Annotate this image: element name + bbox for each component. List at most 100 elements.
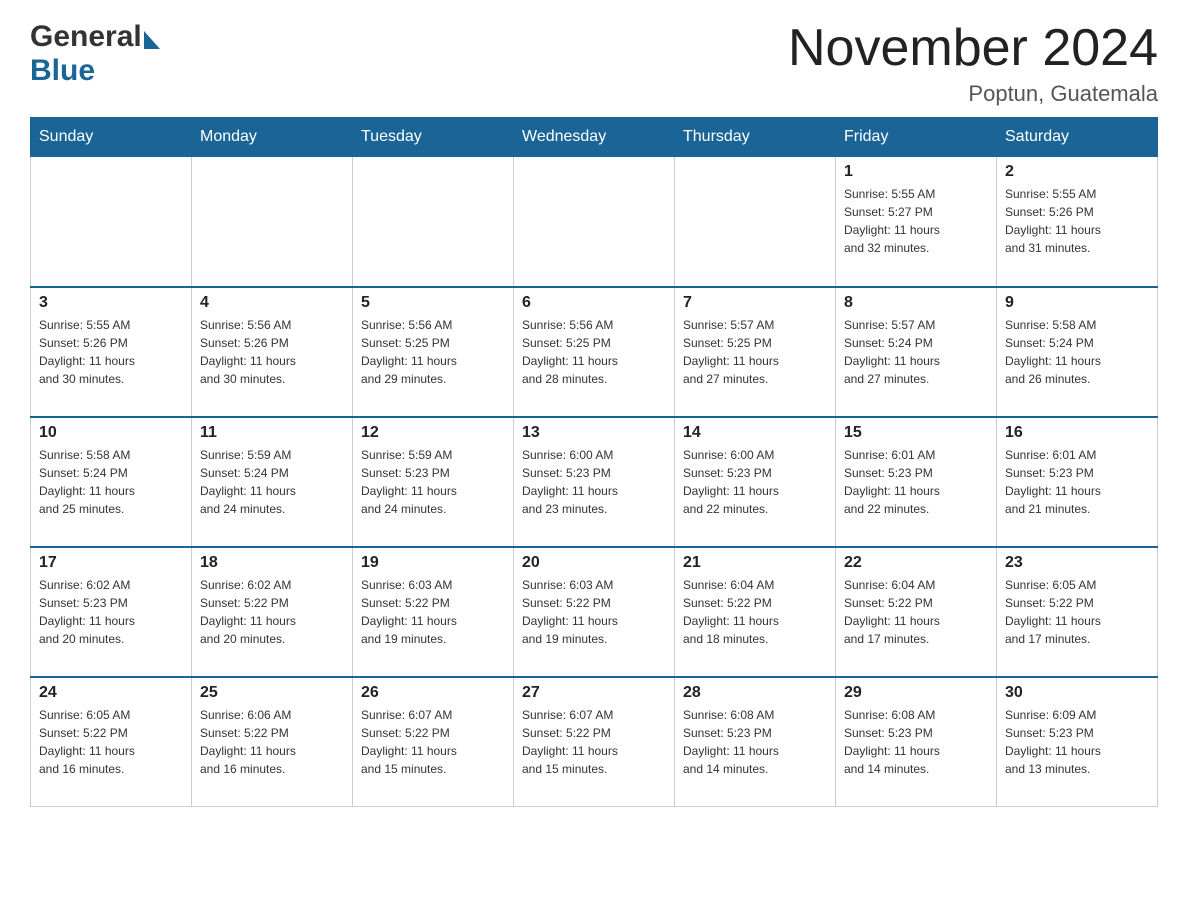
calendar-cell-w3-d3: 20 Sunrise: 6:03 AMSunset: 5:22 PMDayligh… xyxy=(514,547,675,677)
day-number: 29 xyxy=(844,684,988,702)
calendar-cell-w1-d6: 9Sunrise: 5:58 AMSunset: 5:24 PMDaylight… xyxy=(997,287,1158,417)
day-number: 25 xyxy=(200,684,344,702)
day-number: 23 xyxy=(1005,554,1149,572)
calendar-cell-w1-d3: 6 Sunrise: 5:56 AMSunset: 5:25 PMDaylight… xyxy=(514,287,675,417)
day-info: Sunrise: 5:59 AMSunset: 5:23 PMDaylight:… xyxy=(361,446,505,518)
calendar-cell-w4-d1: 25 Sunrise: 6:06 AMSunset: 5:22 PMDayligh… xyxy=(192,677,353,807)
header-wednesday: Wednesday xyxy=(514,118,675,157)
calendar-cell-w4-d3: 27 Sunrise: 6:07 AMSunset: 5:22 PMDayligh… xyxy=(514,677,675,807)
calendar-cell-w0-d0 xyxy=(31,157,192,287)
calendar-cell-w2-d5: 15Sunrise: 6:01 AMSunset: 5:23 PMDayligh… xyxy=(836,417,997,547)
day-number: 18 xyxy=(200,554,344,572)
week-row-4: 24 Sunrise: 6:05 AMSunset: 5:22 PMDayligh… xyxy=(31,677,1158,807)
logo-general-text: General xyxy=(30,20,142,54)
calendar-cell-w4-d5: 29 Sunrise: 6:08 AMSunset: 5:23 PMDayligh… xyxy=(836,677,997,807)
day-info: Sunrise: 6:01 AMSunset: 5:23 PMDaylight:… xyxy=(844,446,988,518)
month-title: November 2024 xyxy=(788,20,1158,77)
day-number: 5 xyxy=(361,294,505,312)
week-row-3: 17 Sunrise: 6:02 AMSunset: 5:23 PMDayligh… xyxy=(31,547,1158,677)
calendar-cell-w1-d0: 3 Sunrise: 5:55 AMSunset: 5:26 PMDaylight… xyxy=(31,287,192,417)
calendar-cell-w3-d5: 22 Sunrise: 6:04 AMSunset: 5:22 PMDayligh… xyxy=(836,547,997,677)
calendar-cell-w3-d1: 18 Sunrise: 6:02 AMSunset: 5:22 PMDayligh… xyxy=(192,547,353,677)
day-number: 20 xyxy=(522,554,666,572)
header-tuesday: Tuesday xyxy=(353,118,514,157)
week-row-0: 1 Sunrise: 5:55 AMSunset: 5:27 PMDaylight… xyxy=(31,157,1158,287)
day-info: Sunrise: 6:06 AMSunset: 5:22 PMDaylight:… xyxy=(200,706,344,778)
calendar-cell-w4-d4: 28Sunrise: 6:08 AMSunset: 5:23 PMDayligh… xyxy=(675,677,836,807)
calendar-cell-w0-d5: 1 Sunrise: 5:55 AMSunset: 5:27 PMDaylight… xyxy=(836,157,997,287)
day-info: Sunrise: 6:04 AMSunset: 5:22 PMDaylight:… xyxy=(844,576,988,648)
day-number: 27 xyxy=(522,684,666,702)
day-number: 6 xyxy=(522,294,666,312)
day-info: Sunrise: 6:07 AMSunset: 5:22 PMDaylight:… xyxy=(522,706,666,778)
logo: General Blue xyxy=(30,20,160,88)
day-info: Sunrise: 5:56 AMSunset: 5:25 PMDaylight:… xyxy=(522,316,666,388)
day-info: Sunrise: 6:00 AMSunset: 5:23 PMDaylight:… xyxy=(683,446,827,518)
header-thursday: Thursday xyxy=(675,118,836,157)
calendar-cell-w1-d5: 8Sunrise: 5:57 AMSunset: 5:24 PMDaylight… xyxy=(836,287,997,417)
week-row-2: 10 Sunrise: 5:58 AMSunset: 5:24 PMDayligh… xyxy=(31,417,1158,547)
day-number: 1 xyxy=(844,163,988,181)
day-number: 17 xyxy=(39,554,183,572)
header-friday: Friday xyxy=(836,118,997,157)
header-monday: Monday xyxy=(192,118,353,157)
day-number: 11 xyxy=(200,424,344,442)
day-number: 30 xyxy=(1005,684,1149,702)
day-info: Sunrise: 6:08 AMSunset: 5:23 PMDaylight:… xyxy=(844,706,988,778)
day-info: Sunrise: 5:55 AMSunset: 5:27 PMDaylight:… xyxy=(844,185,988,257)
day-info: Sunrise: 6:03 AMSunset: 5:22 PMDaylight:… xyxy=(522,576,666,648)
calendar-cell-w3-d4: 21Sunrise: 6:04 AMSunset: 5:22 PMDayligh… xyxy=(675,547,836,677)
calendar-cell-w4-d0: 24 Sunrise: 6:05 AMSunset: 5:22 PMDayligh… xyxy=(31,677,192,807)
day-number: 19 xyxy=(361,554,505,572)
day-info: Sunrise: 5:57 AMSunset: 5:25 PMDaylight:… xyxy=(683,316,827,388)
day-info: Sunrise: 5:57 AMSunset: 5:24 PMDaylight:… xyxy=(844,316,988,388)
calendar-cell-w0-d1 xyxy=(192,157,353,287)
location-text: Poptun, Guatemala xyxy=(788,81,1158,107)
calendar-cell-w3-d2: 19 Sunrise: 6:03 AMSunset: 5:22 PMDayligh… xyxy=(353,547,514,677)
calendar-cell-w0-d6: 2 Sunrise: 5:55 AMSunset: 5:26 PMDaylight… xyxy=(997,157,1158,287)
day-number: 3 xyxy=(39,294,183,312)
day-number: 14 xyxy=(683,424,827,442)
calendar-cell-w2-d0: 10 Sunrise: 5:58 AMSunset: 5:24 PMDayligh… xyxy=(31,417,192,547)
day-number: 10 xyxy=(39,424,183,442)
day-number: 2 xyxy=(1005,163,1149,181)
page-header: General Blue November 2024 Poptun, Guate… xyxy=(30,20,1158,107)
day-number: 7 xyxy=(683,294,827,312)
calendar-cell-w3-d6: 23Sunrise: 6:05 AMSunset: 5:22 PMDayligh… xyxy=(997,547,1158,677)
day-info: Sunrise: 6:09 AMSunset: 5:23 PMDaylight:… xyxy=(1005,706,1149,778)
day-number: 21 xyxy=(683,554,827,572)
day-info: Sunrise: 6:05 AMSunset: 5:22 PMDaylight:… xyxy=(39,706,183,778)
day-info: Sunrise: 5:55 AMSunset: 5:26 PMDaylight:… xyxy=(1005,185,1149,257)
header-saturday: Saturday xyxy=(997,118,1158,157)
day-info: Sunrise: 5:56 AMSunset: 5:25 PMDaylight:… xyxy=(361,316,505,388)
week-row-1: 3 Sunrise: 5:55 AMSunset: 5:26 PMDaylight… xyxy=(31,287,1158,417)
day-number: 22 xyxy=(844,554,988,572)
calendar-cell-w3-d0: 17 Sunrise: 6:02 AMSunset: 5:23 PMDayligh… xyxy=(31,547,192,677)
calendar-cell-w4-d2: 26Sunrise: 6:07 AMSunset: 5:22 PMDayligh… xyxy=(353,677,514,807)
day-number: 24 xyxy=(39,684,183,702)
header-sunday: Sunday xyxy=(31,118,192,157)
day-number: 12 xyxy=(361,424,505,442)
day-info: Sunrise: 5:58 AMSunset: 5:24 PMDaylight:… xyxy=(1005,316,1149,388)
day-number: 4 xyxy=(200,294,344,312)
day-info: Sunrise: 6:02 AMSunset: 5:23 PMDaylight:… xyxy=(39,576,183,648)
day-info: Sunrise: 6:03 AMSunset: 5:22 PMDaylight:… xyxy=(361,576,505,648)
calendar-cell-w2-d1: 11Sunrise: 5:59 AMSunset: 5:24 PMDayligh… xyxy=(192,417,353,547)
day-info: Sunrise: 5:56 AMSunset: 5:26 PMDaylight:… xyxy=(200,316,344,388)
calendar-cell-w1-d2: 5 Sunrise: 5:56 AMSunset: 5:25 PMDaylight… xyxy=(353,287,514,417)
day-number: 16 xyxy=(1005,424,1149,442)
calendar-table: Sunday Monday Tuesday Wednesday Thursday… xyxy=(30,117,1158,807)
day-info: Sunrise: 6:00 AMSunset: 5:23 PMDaylight:… xyxy=(522,446,666,518)
calendar-cell-w0-d3 xyxy=(514,157,675,287)
calendar-cell-w2-d2: 12 Sunrise: 5:59 AMSunset: 5:23 PMDayligh… xyxy=(353,417,514,547)
day-info: Sunrise: 6:08 AMSunset: 5:23 PMDaylight:… xyxy=(683,706,827,778)
calendar-cell-w4-d6: 30 Sunrise: 6:09 AMSunset: 5:23 PMDayligh… xyxy=(997,677,1158,807)
day-info: Sunrise: 5:55 AMSunset: 5:26 PMDaylight:… xyxy=(39,316,183,388)
calendar-cell-w1-d1: 4 Sunrise: 5:56 AMSunset: 5:26 PMDaylight… xyxy=(192,287,353,417)
calendar-cell-w0-d4 xyxy=(675,157,836,287)
day-number: 13 xyxy=(522,424,666,442)
day-number: 26 xyxy=(361,684,505,702)
day-info: Sunrise: 5:58 AMSunset: 5:24 PMDaylight:… xyxy=(39,446,183,518)
calendar-cell-w0-d2 xyxy=(353,157,514,287)
day-info: Sunrise: 6:02 AMSunset: 5:22 PMDaylight:… xyxy=(200,576,344,648)
